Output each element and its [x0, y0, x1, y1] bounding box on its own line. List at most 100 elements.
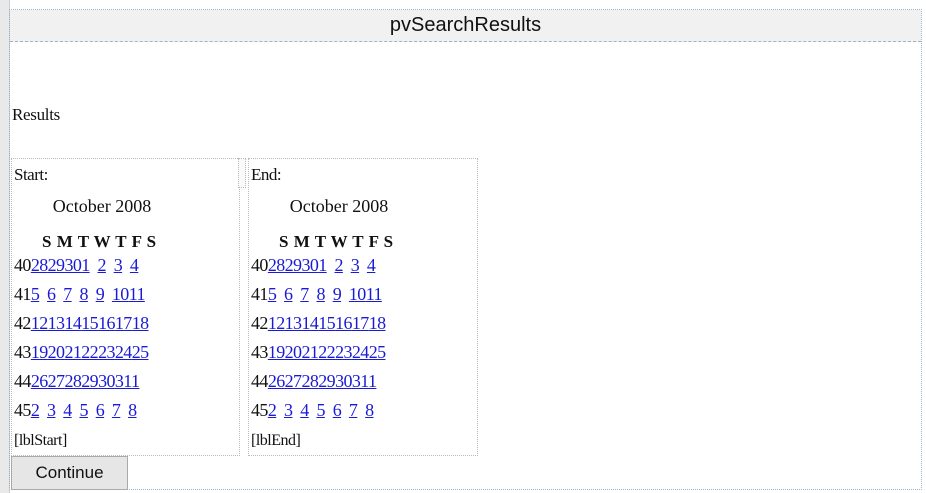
calendar-day-link[interactable]: 31	[115, 371, 132, 391]
calendar-day-link[interactable]: 9	[333, 284, 342, 304]
end-calendar-day-header: S M T W T F S	[279, 232, 394, 251]
calendar-day-link[interactable]: 7	[300, 284, 309, 304]
calendar-day-link[interactable]: 12	[268, 313, 285, 333]
calendar-day-link[interactable]: 6	[47, 284, 56, 304]
calendar-day-link[interactable]: 19	[268, 342, 285, 362]
start-label: Start:	[14, 165, 48, 184]
calendar-day-link[interactable]: 29	[318, 371, 335, 391]
calendar-day-link[interactable]: 5	[316, 400, 325, 420]
calendar-day-link[interactable]: 28	[301, 371, 318, 391]
calendar-day-link[interactable]: 16	[335, 313, 352, 333]
calendar-day-link[interactable]: 6	[284, 284, 293, 304]
calendar-day-link[interactable]: 4	[130, 255, 139, 275]
calendar-day-link[interactable]: 11	[366, 284, 383, 304]
calendar-day-link[interactable]: 14	[64, 313, 81, 333]
calendar-day-link[interactable]: 22	[81, 342, 98, 362]
calendar-day-link[interactable]: 26	[31, 371, 48, 391]
calendar-day-link[interactable]: 30	[98, 371, 115, 391]
calendar-day-link[interactable]: 28	[268, 255, 285, 275]
calendar-day-link[interactable]: 13	[48, 313, 65, 333]
start-calendar-panel: Start: October 2008 S M T W T F S 402829…	[11, 158, 240, 456]
calendar-day-link[interactable]: 28	[31, 255, 48, 275]
calendar-day-link[interactable]: 8	[316, 284, 325, 304]
calendar-day-link[interactable]: 14	[301, 313, 318, 333]
calendar-day-link[interactable]: 8	[128, 400, 137, 420]
calendar-day-link[interactable]: 3	[284, 400, 293, 420]
calendar-day-link[interactable]: 25	[369, 342, 386, 362]
panel-divider	[238, 158, 246, 188]
calendar-day-link[interactable]: 23	[98, 342, 115, 362]
calendar-day-link[interactable]: 15	[318, 313, 335, 333]
calendar-week-row: 402829301 2 3 4	[251, 255, 376, 276]
calendar-day-link[interactable]: 8	[79, 284, 88, 304]
calendar-day-link[interactable]: 21	[301, 342, 318, 362]
calendar-day-link[interactable]: 10	[349, 284, 366, 304]
calendar-day-link[interactable]: 30	[301, 255, 318, 275]
calendar-day-link[interactable]: 21	[64, 342, 81, 362]
calendar-day-link[interactable]: 3	[47, 400, 56, 420]
calendar-day-link[interactable]: 27	[285, 371, 302, 391]
calendar-day-link[interactable]: 2	[97, 255, 106, 275]
continue-button[interactable]: Continue	[11, 456, 128, 490]
end-calendar-month: October 2008	[289, 196, 389, 216]
calendar-day-link[interactable]: 20	[285, 342, 302, 362]
calendar-day-link[interactable]: 30	[335, 371, 352, 391]
calendar-day-link[interactable]: 20	[48, 342, 65, 362]
calendar-day-link[interactable]: 2	[334, 255, 343, 275]
page-title-text: pvSearchResults	[389, 14, 542, 36]
calendar-day-link[interactable]: 4	[300, 400, 309, 420]
week-number: 43	[251, 342, 268, 362]
calendar-day-link[interactable]: 29	[81, 371, 98, 391]
calendar-day-link[interactable]: 1	[81, 255, 90, 275]
calendar-day-link[interactable]: 22	[318, 342, 335, 362]
calendar-day-link[interactable]: 2	[268, 400, 277, 420]
calendar-week-row: 415 6 7 8 9 1011	[14, 284, 145, 305]
calendar-day-link[interactable]: 8	[365, 400, 374, 420]
calendar-day-link[interactable]: 3	[351, 255, 360, 275]
calendar-day-link[interactable]: 1	[318, 255, 327, 275]
calendar-day-link[interactable]: 12	[31, 313, 48, 333]
calendar-day-link[interactable]: 2	[31, 400, 40, 420]
calendar-day-link[interactable]: 9	[96, 284, 105, 304]
calendar-day-link[interactable]: 17	[352, 313, 369, 333]
calendar-day-link[interactable]: 25	[132, 342, 149, 362]
calendar-day-link[interactable]: 29	[285, 255, 302, 275]
calendar-day-link[interactable]: 19	[31, 342, 48, 362]
calendar-day-link[interactable]: 31	[352, 371, 369, 391]
calendar-day-link[interactable]: 5	[268, 284, 277, 304]
end-label: End:	[251, 165, 282, 184]
calendar-day-link[interactable]: 5	[31, 284, 40, 304]
calendar-day-link[interactable]: 4	[367, 255, 376, 275]
week-number: 40	[14, 255, 31, 275]
calendar-day-link[interactable]: 1	[131, 371, 140, 391]
calendar-day-link[interactable]: 10	[112, 284, 129, 304]
calendar-day-link[interactable]: 6	[333, 400, 342, 420]
calendar-day-link[interactable]: 16	[98, 313, 115, 333]
week-number: 43	[14, 342, 31, 362]
calendar-day-link[interactable]: 6	[96, 400, 105, 420]
calendar-day-link[interactable]: 3	[114, 255, 123, 275]
calendar-day-link[interactable]: 7	[349, 400, 358, 420]
calendar-day-link[interactable]: 18	[369, 313, 386, 333]
calendar-day-link[interactable]: 11	[129, 284, 146, 304]
calendar-day-link[interactable]: 23	[335, 342, 352, 362]
calendar-day-link[interactable]: 27	[48, 371, 65, 391]
calendar-day-link[interactable]: 1	[368, 371, 377, 391]
calendar-day-link[interactable]: 13	[285, 313, 302, 333]
week-number: 40	[251, 255, 268, 275]
calendar-day-link[interactable]: 30	[64, 255, 81, 275]
calendar-day-link[interactable]: 4	[63, 400, 72, 420]
calendar-day-link[interactable]: 29	[48, 255, 65, 275]
calendar-day-link[interactable]: 5	[79, 400, 88, 420]
calendar-day-link[interactable]: 18	[132, 313, 149, 333]
calendar-day-link[interactable]: 15	[81, 313, 98, 333]
calendar-day-link[interactable]: 24	[115, 342, 132, 362]
calendar-day-link[interactable]: 26	[268, 371, 285, 391]
calendar-day-link[interactable]: 28	[64, 371, 81, 391]
calendar-week-row: 4212131415161718	[251, 313, 386, 334]
end-value-label: [lblEnd]	[251, 432, 301, 449]
calendar-day-link[interactable]: 7	[112, 400, 121, 420]
calendar-day-link[interactable]: 17	[115, 313, 132, 333]
calendar-day-link[interactable]: 24	[352, 342, 369, 362]
calendar-day-link[interactable]: 7	[63, 284, 72, 304]
